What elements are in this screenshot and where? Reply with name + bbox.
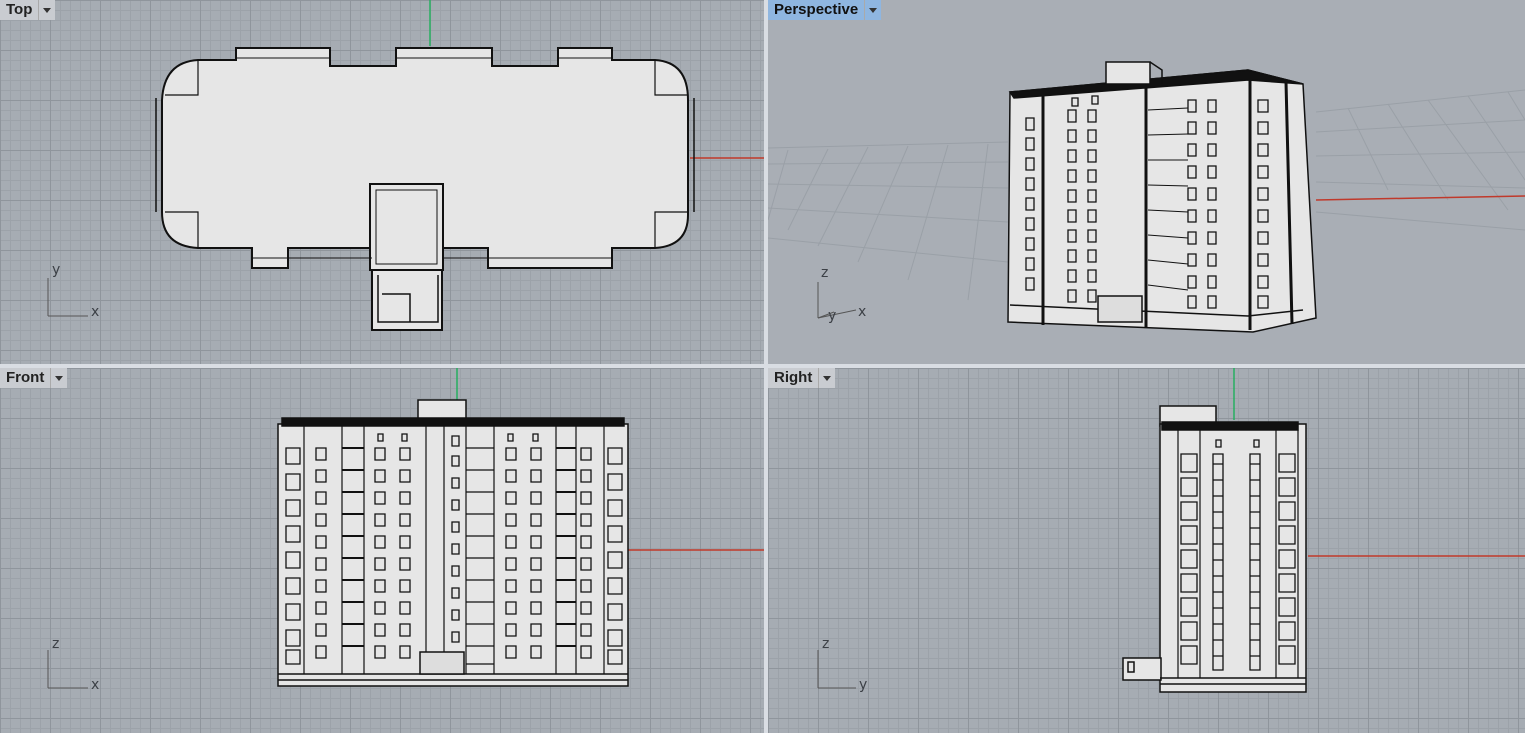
chevron-down-icon	[869, 7, 878, 13]
viewport-top[interactable]: y x Top	[0, 0, 764, 364]
top-axis-x-label: x	[91, 304, 99, 320]
viewport-right[interactable]: z y Right	[768, 368, 1525, 733]
right-axes-gizmo: z y	[817, 636, 867, 693]
front-axis-x-label: x	[91, 677, 99, 693]
building-perspective	[1007, 61, 1317, 333]
viewport-menu-dropdown[interactable]	[50, 368, 68, 388]
viewport-title-label[interactable]: Front	[0, 368, 51, 388]
persp-axis-z-label: z	[821, 265, 828, 281]
viewport-perspective[interactable]: z y x Perspective	[768, 0, 1525, 364]
building-plan	[155, 47, 695, 331]
persp-axis-x-label: x	[858, 304, 866, 320]
viewport-front[interactable]: z x Front	[0, 368, 764, 733]
viewport-title-right[interactable]: Right	[768, 368, 836, 388]
chevron-down-icon	[55, 375, 64, 381]
viewport-title-label[interactable]: Right	[768, 368, 819, 388]
right-view-scene: z y	[817, 368, 1525, 693]
viewport-title-perspective[interactable]: Perspective	[768, 0, 882, 20]
viewport-title-top[interactable]: Top	[0, 0, 56, 20]
viewport-title-label[interactable]: Top	[0, 0, 39, 20]
chevron-down-icon	[43, 7, 52, 13]
chevron-down-icon	[823, 375, 832, 381]
front-axis-z-label: z	[52, 636, 59, 652]
viewport-menu-dropdown[interactable]	[818, 368, 836, 388]
front-view-scene: z x	[47, 368, 764, 693]
persp-axis-y-label: y	[828, 308, 836, 324]
viewport-menu-dropdown[interactable]	[864, 0, 882, 20]
right-axis-z-label: z	[822, 636, 829, 652]
perspective-view-scene: z y x	[768, 61, 1525, 333]
building-front	[277, 399, 629, 687]
front-axes-gizmo: z x	[47, 636, 99, 693]
top-axis-y-label: y	[52, 262, 60, 278]
viewport-title-front[interactable]: Front	[0, 368, 68, 388]
top-view-scene: y x	[47, 0, 764, 331]
viewport-menu-dropdown[interactable]	[38, 0, 56, 20]
perspective-axes-gizmo: z y x	[817, 265, 866, 324]
right-axis-y-label: y	[859, 677, 867, 693]
top-axes-gizmo: y x	[47, 262, 99, 320]
viewport-title-label[interactable]: Perspective	[768, 0, 865, 20]
